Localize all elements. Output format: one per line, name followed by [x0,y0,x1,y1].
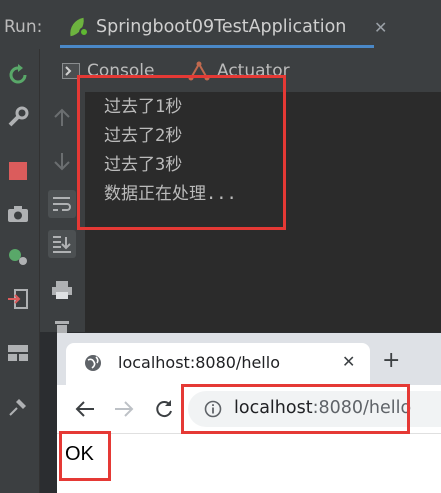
run-config-tab[interactable]: Springboot09TestApplication [60,8,374,48]
rerun-icon[interactable] [6,63,30,87]
forward-arrow-icon[interactable] [114,399,134,423]
up-arrow-icon[interactable] [48,104,76,132]
stop-icon[interactable] [6,159,30,183]
close-run-tab-icon[interactable]: ✕ [374,18,387,37]
highlight-box-console [77,75,286,230]
back-arrow-icon[interactable] [75,399,95,423]
globe-icon [85,355,101,371]
run-label: Run: [4,17,43,37]
run-actions-strip [0,49,40,493]
run-toolwindow-header: Run: Springboot09TestApplication ✕ [0,0,441,49]
camera-icon[interactable] [6,202,30,226]
wrench-icon[interactable] [6,105,30,129]
run-config-title: Springboot09TestApplication [96,16,347,37]
reload-icon[interactable] [154,399,174,424]
down-arrow-icon[interactable] [48,147,76,175]
login-icon[interactable] [6,287,30,311]
browser-tabstrip: localhost:8080/hello ✕ + [57,333,441,385]
print-icon[interactable] [48,276,76,304]
highlight-box-url [181,384,410,434]
highlight-box-response [59,431,111,481]
tab-title: localhost:8080/hello [118,353,280,372]
scroll-to-end-icon[interactable] [48,230,76,258]
soft-wrap-icon[interactable] [48,190,76,218]
restore-layout-icon[interactable] [6,244,30,268]
browser-tab[interactable]: localhost:8080/hello ✕ [66,343,370,385]
tab-close-icon[interactable]: ✕ [342,352,355,371]
pin-icon[interactable] [6,395,30,419]
spring-boot-icon [67,17,90,37]
layout-icon[interactable] [6,341,30,365]
new-tab-icon[interactable]: + [382,348,400,373]
